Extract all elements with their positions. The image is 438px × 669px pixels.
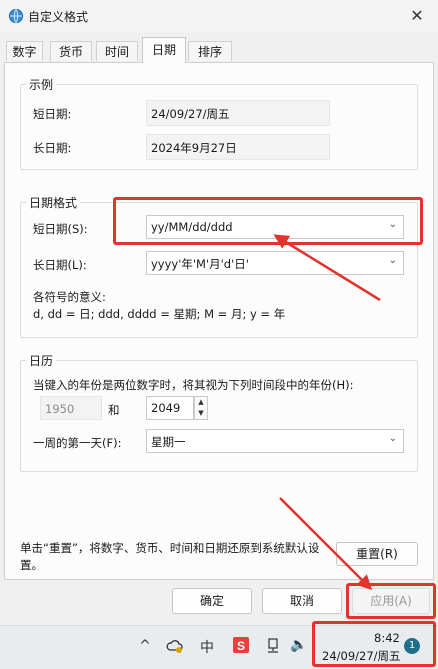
- short-date-label: 短日期(S):: [33, 222, 88, 236]
- example-group-title: 示例: [26, 76, 57, 93]
- reset-description: 单击“重置”，将数字、货币、时间和日期还原到系统默认设置。: [20, 541, 320, 572]
- window-title: 自定义格式: [28, 10, 89, 24]
- ime-indicator-icon[interactable]: 中: [199, 637, 215, 657]
- example-long-label: 长日期:: [33, 141, 72, 155]
- year-from-field: 1950: [40, 396, 102, 420]
- short-date-highlight: [113, 197, 423, 245]
- spin-up-icon[interactable]: ▲: [195, 397, 207, 408]
- close-button[interactable]: ✕: [402, 4, 432, 28]
- calendar-group-title: 日历: [26, 352, 57, 369]
- long-date-label: 长日期(L):: [33, 258, 87, 272]
- speaker-icon[interactable]: 🔈: [290, 637, 308, 653]
- app-s-icon[interactable]: S: [232, 636, 250, 654]
- apply-highlight: [346, 583, 436, 619]
- clock-date[interactable]: 24/09/27/周五: [322, 648, 401, 664]
- title-bar: 自定义格式 ✕: [0, 0, 438, 32]
- tab-currency[interactable]: 货币: [50, 41, 92, 61]
- spin-down-icon[interactable]: ▼: [195, 408, 207, 419]
- example-short-value: 24/09/27/周五: [146, 100, 330, 126]
- svg-text:S: S: [237, 639, 245, 653]
- long-date-combobox[interactable]: yyyy'年'M'月'd'日' ⌄: [146, 251, 404, 275]
- cancel-button[interactable]: 取消: [262, 588, 342, 614]
- network-icon[interactable]: [264, 637, 282, 655]
- year-to-field[interactable]: 2049: [146, 396, 194, 420]
- example-short-label: 短日期:: [33, 107, 72, 121]
- year-spinner[interactable]: ▲ ▼: [194, 396, 208, 420]
- notification-badge[interactable]: 1: [404, 638, 420, 654]
- and-label: 和: [108, 403, 120, 417]
- first-day-value: 星期一: [151, 435, 186, 449]
- date-format-group-title: 日期格式: [26, 194, 81, 211]
- chevron-down-icon: ⌄: [388, 255, 397, 266]
- clock-time[interactable]: 8:42: [374, 631, 400, 645]
- tab-sort[interactable]: 排序: [188, 41, 232, 61]
- symbols-text: d, dd = 日; ddd, dddd = 星期; M = 月; y = 年: [33, 307, 286, 321]
- symbols-title: 各符号的意义:: [33, 290, 106, 304]
- cloud-sync-icon[interactable]: [166, 637, 184, 655]
- reset-button[interactable]: 重置(R): [336, 542, 418, 566]
- two-digit-year-text: 当键入的年份是两位数字时，将其视为下列时间段中的年份(H):: [33, 378, 354, 392]
- show-hidden-icons-chevron-icon[interactable]: ^: [138, 638, 152, 654]
- first-day-label: 一周的第一天(F):: [33, 436, 122, 450]
- ok-button[interactable]: 确定: [172, 588, 252, 614]
- first-day-combobox[interactable]: 星期一 ⌄: [146, 429, 404, 453]
- tab-date[interactable]: 日期: [142, 37, 186, 63]
- example-long-value: 2024年9月27日: [146, 134, 330, 160]
- chevron-down-icon: ⌄: [388, 433, 397, 444]
- globe-clock-icon: [9, 9, 23, 23]
- tab-time[interactable]: 时间: [96, 41, 138, 61]
- long-date-value: yyyy'年'M'月'd'日': [151, 257, 249, 271]
- tab-number[interactable]: 数字: [6, 41, 43, 61]
